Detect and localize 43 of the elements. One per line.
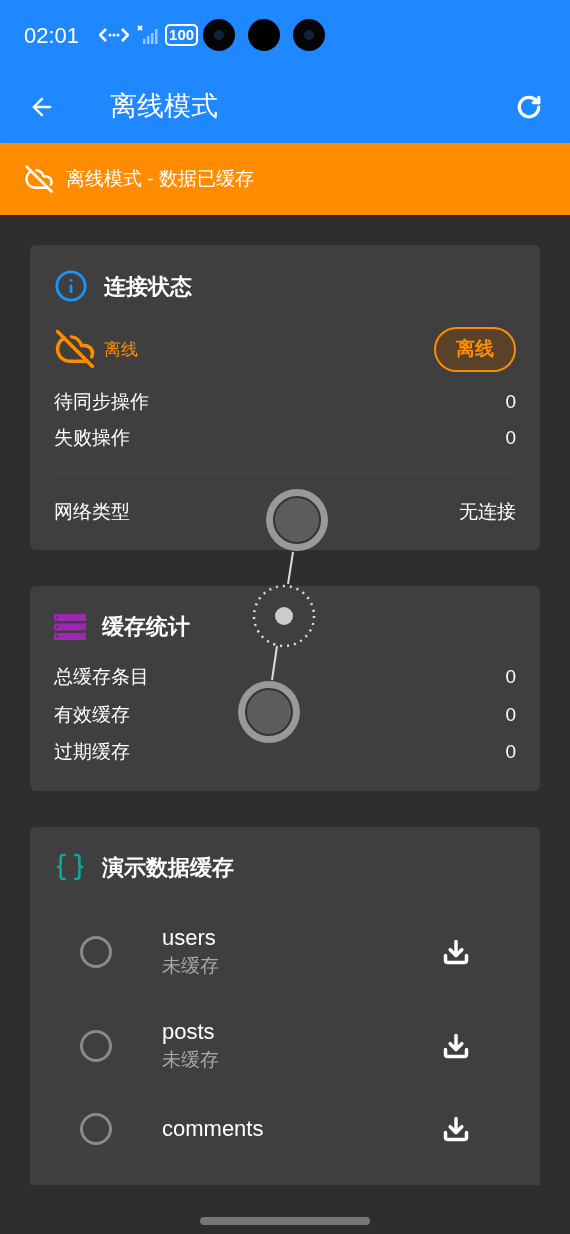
status-badge: 离线	[434, 327, 516, 372]
download-button[interactable]	[442, 1114, 470, 1143]
data-transfer-icon	[99, 26, 130, 44]
refresh-icon	[516, 93, 542, 120]
stat-label: 总缓存条目	[54, 665, 149, 689]
stat-value: 0	[505, 665, 516, 689]
refresh-button[interactable]	[516, 93, 542, 120]
connection-status: 离线	[104, 338, 139, 361]
item-name: posts	[162, 1018, 216, 1046]
stat-value: 0	[505, 740, 516, 764]
info-icon	[54, 269, 88, 303]
download-icon	[442, 937, 470, 966]
status-time: 02:01	[24, 21, 80, 50]
download-icon	[442, 1114, 470, 1143]
item-status: 未缓存	[162, 1048, 220, 1072]
stat-label: 网络类型	[54, 499, 130, 524]
card-title: 缓存统计	[102, 613, 190, 641]
storage-icon	[54, 613, 86, 640]
stat-value: 0	[505, 389, 516, 414]
stat-value: 无连接	[459, 499, 516, 524]
download-button[interactable]	[442, 1032, 470, 1061]
radio-button[interactable]	[80, 1030, 112, 1063]
radio-button[interactable]	[80, 1112, 112, 1145]
stat-label: 过期缓存	[54, 740, 130, 764]
card-title: 连接状态	[104, 272, 192, 301]
stat-label: 失败操作	[54, 426, 130, 450]
page-title: 离线模式	[110, 90, 219, 124]
download-icon	[442, 1032, 470, 1061]
stat-label: 有效缓存	[54, 702, 130, 727]
download-button[interactable]	[442, 937, 470, 966]
stat-value: 0	[505, 702, 516, 727]
cloud-off-icon	[24, 164, 54, 194]
item-status: 未缓存	[162, 953, 220, 978]
item-name: users	[162, 923, 217, 952]
banner-text: 离线模式 - 数据已缓存	[66, 166, 254, 191]
stat-label: 待同步操作	[54, 389, 149, 414]
stat-value: 0	[505, 426, 516, 450]
card-title: 演示数据缓存	[102, 853, 234, 882]
item-name: comments	[162, 1114, 265, 1143]
braces-icon	[54, 851, 86, 883]
battery-level: 100	[165, 24, 199, 46]
cloud-off-icon	[54, 328, 96, 371]
radio-button[interactable]	[80, 935, 112, 968]
